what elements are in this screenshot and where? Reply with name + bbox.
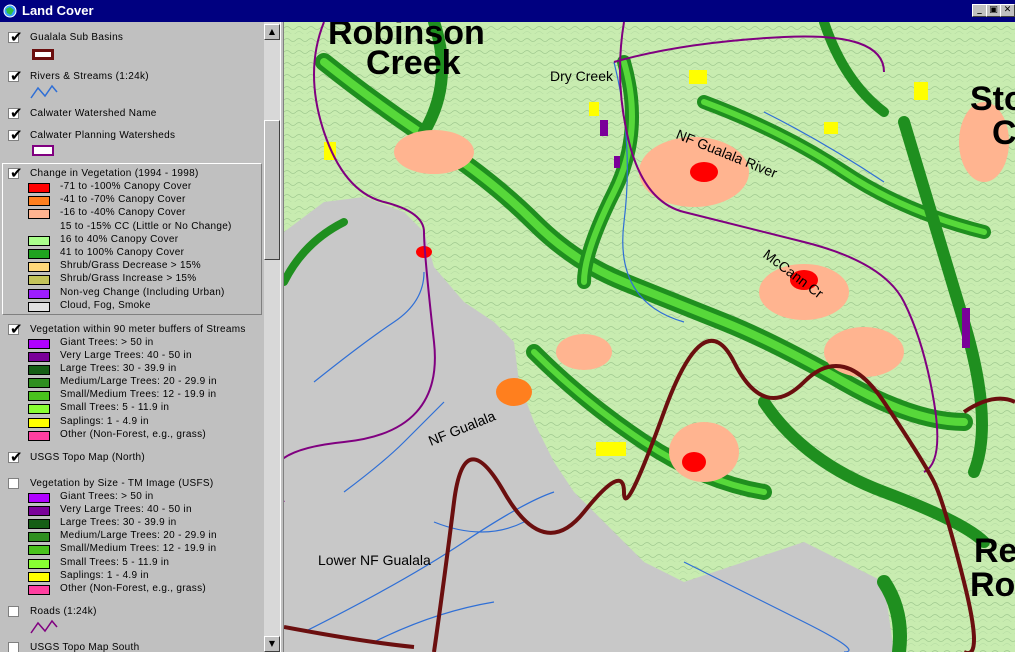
theme-checkbox[interactable]: ✔ (8, 320, 23, 338)
legend-swatch (28, 378, 50, 388)
legend-swatch (28, 209, 50, 219)
legend-class-label: Small Trees: 5 - 11.9 in (60, 557, 170, 568)
legend-swatch (28, 545, 50, 555)
legend-swatch (28, 506, 50, 516)
window-titlebar: Land Cover _ ▣ ✕ (0, 0, 1015, 22)
check-icon: ✔ (10, 126, 23, 144)
theme-label: Change in Vegetation (1994 - 1998) (30, 168, 199, 179)
legend-class-label: Large Trees: 30 - 39.9 in (60, 363, 177, 374)
label-ston-creek: C (992, 114, 1015, 152)
theme-checkbox[interactable]: ✔ (8, 448, 23, 466)
label-dry-creek: Dry Creek (550, 68, 614, 84)
theme-label: USGS Topo Map South (30, 642, 140, 652)
legend-swatch (28, 404, 50, 414)
legend-swatch (28, 262, 50, 272)
legend-scrollbar[interactable]: ▲ ▼ (264, 22, 280, 652)
legend-swatch (28, 289, 50, 299)
legend-class-label: Saplings: 1 - 4.9 in (60, 570, 149, 581)
basin-boundary-symbol (32, 49, 54, 60)
theme-label: Vegetation within 90 meter buffers of St… (30, 324, 246, 335)
legend-swatch (28, 183, 50, 193)
road-line-symbol (30, 619, 58, 634)
legend-swatch (28, 236, 50, 246)
legend-class-label: Giant Trees: > 50 in (60, 491, 154, 502)
legend-class-label: Shrub/Grass Increase > 15% (60, 273, 197, 284)
theme-checkbox[interactable]: ✔ (8, 67, 23, 85)
legend-class-label: Non-veg Change (Including Urban) (60, 287, 225, 298)
legend-swatch (28, 302, 50, 312)
theme-label: USGS Topo Map (North) (30, 452, 146, 463)
legend-class-label: Small/Medium Trees: 12 - 19.9 in (60, 389, 217, 400)
theme-checkbox[interactable]: ✔ (8, 164, 23, 182)
legend-class-label: 41 to 100% Canopy Cover (60, 247, 185, 258)
map-view-icon (3, 4, 17, 18)
theme-checkbox[interactable] (8, 478, 19, 489)
check-icon: ✔ (10, 448, 23, 466)
legend-class-label: Small/Medium Trees: 12 - 19.9 in (60, 543, 217, 554)
legend-class-label: -71 to -100% Canopy Cover (60, 181, 192, 192)
minimize-button[interactable]: _ (972, 4, 987, 17)
legend-swatch (28, 391, 50, 401)
legend-class-label: Other (Non-Forest, e.g., grass) (60, 583, 207, 594)
legend-swatch (28, 519, 50, 529)
legend-class-label: 16 to 40% Canopy Cover (60, 234, 179, 245)
theme-checkbox[interactable]: ✔ (8, 126, 23, 144)
theme-label: Rivers & Streams (1:24k) (30, 71, 149, 82)
legend-class-label: Very Large Trees: 40 - 50 in (60, 504, 192, 515)
legend-swatch (28, 275, 50, 285)
stream-line-symbol (30, 84, 58, 99)
legend-swatch (28, 418, 50, 428)
theme-label: Vegetation by Size - TM Image (USFS) (30, 478, 214, 489)
legend-swatch (28, 572, 50, 582)
legend-class-label: Cloud, Fog, Smoke (60, 300, 151, 311)
legend-swatch (28, 559, 50, 569)
theme-label: Gualala Sub Basins (30, 32, 124, 43)
check-icon: ✔ (10, 320, 23, 338)
label-lower-nf-gualala: Lower NF Gualala (318, 552, 431, 568)
theme-checkbox[interactable] (8, 642, 19, 652)
window-title: Land Cover (22, 3, 94, 18)
restore-button[interactable]: ▣ (986, 4, 1001, 17)
theme-checkbox[interactable]: ✔ (8, 104, 23, 122)
legend-class-label: Other (Non-Forest, e.g., grass) (60, 429, 207, 440)
watershed-boundary-symbol (32, 145, 54, 156)
legend-class-label: Large Trees: 30 - 39.9 in (60, 517, 177, 528)
check-icon: ✔ (10, 67, 23, 85)
legend-swatch (28, 585, 50, 595)
legend-class-label: 15 to -15% CC (Little or No Change) (60, 221, 232, 232)
scroll-down-button[interactable]: ▼ (264, 636, 280, 652)
legend-swatch (28, 532, 50, 542)
map-view[interactable]: Robinson Creek Dry Creek NF Gualala Rive… (284, 22, 1015, 652)
legend-class-label: Shrub/Grass Decrease > 15% (60, 260, 201, 271)
legend-class-label: Giant Trees: > 50 in (60, 337, 154, 348)
theme-label: Calwater Watershed Name (30, 108, 157, 119)
theme-label: Calwater Planning Watersheds (30, 130, 176, 141)
legend-class-label: Small Trees: 5 - 11.9 in (60, 402, 170, 413)
legend-swatch (28, 249, 50, 259)
theme-checkbox[interactable]: ✔ (8, 28, 23, 46)
legend-swatch (28, 493, 50, 503)
check-icon: ✔ (10, 28, 23, 46)
label-ro: Ro (970, 566, 1015, 604)
legend-class-label: Very Large Trees: 40 - 50 in (60, 350, 192, 361)
check-icon: ✔ (10, 164, 23, 182)
legend-swatch (28, 196, 50, 206)
legend-swatch (28, 339, 50, 349)
scroll-up-button[interactable]: ▲ (264, 24, 280, 40)
legend-swatch (28, 431, 50, 441)
label-robinson-creek: Creek (366, 44, 461, 82)
legend-class-label: Medium/Large Trees: 20 - 29.9 in (60, 376, 217, 387)
legend-panel: ✔ Gualala Sub Basins ✔ Rivers & Streams … (0, 22, 264, 652)
close-button[interactable]: ✕ (1000, 4, 1015, 17)
legend-class-label: -41 to -70% Canopy Cover (60, 194, 186, 205)
legend-class-label: Saplings: 1 - 4.9 in (60, 416, 149, 427)
legend-swatch (28, 352, 50, 362)
legend-swatch (28, 365, 50, 375)
scroll-thumb[interactable] (264, 120, 280, 260)
theme-label: Roads (1:24k) (30, 606, 97, 617)
theme-checkbox[interactable] (8, 606, 19, 617)
legend-class-label: Medium/Large Trees: 20 - 29.9 in (60, 530, 217, 541)
legend-class-label: -16 to -40% Canopy Cover (60, 207, 186, 218)
check-icon: ✔ (10, 104, 23, 122)
